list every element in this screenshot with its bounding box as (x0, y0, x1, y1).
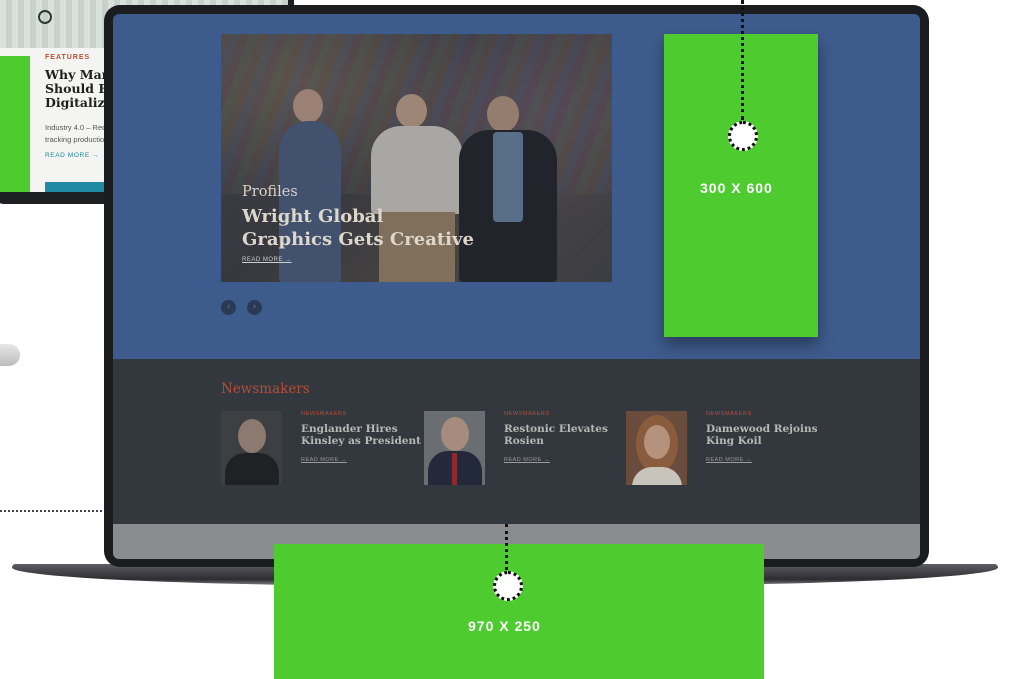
news-kicker: NEWSMAKERS (706, 411, 752, 417)
slide-read-more-link[interactable]: READ MORE → (242, 257, 292, 263)
chevron-right-icon[interactable]: › (247, 300, 262, 315)
news-kicker: NEWSMAKERS (301, 411, 347, 417)
phone-article-kicker: FEATURES (45, 54, 91, 61)
news-item[interactable]: NEWSMAKERS Restonic Elevates Rosien READ… (424, 411, 624, 487)
news-read-more-link[interactable]: READ MORE → (706, 457, 752, 463)
news-kicker: NEWSMAKERS (504, 411, 550, 417)
leaderboard-ad-size-label: 970 X 250 (468, 618, 541, 634)
circuit-icon (38, 10, 52, 24)
sidebar-ad-pin-icon (728, 121, 758, 151)
leaderboard-ad-pin-icon (493, 571, 523, 601)
leaderboard-ad-placeholder (274, 544, 764, 679)
phone-ad-placeholder (0, 56, 30, 192)
featured-slide[interactable]: Profiles Wright Global Graphics Gets Cre… (221, 34, 612, 282)
laptop-frame: Profiles Wright Global Graphics Gets Cre… (104, 5, 929, 567)
news-item[interactable]: NEWSMAKERS Damewood Rejoins King Koil RE… (626, 411, 826, 487)
mouse-device (0, 344, 20, 366)
leaderboard-ad-guide-line (505, 524, 508, 576)
news-read-more-link[interactable]: READ MORE → (504, 457, 550, 463)
sidebar-ad-guide-line (741, 0, 744, 120)
news-title[interactable]: Englander Hires Kinsley as President (301, 423, 421, 447)
news-photo (424, 411, 485, 485)
chevron-left-icon[interactable]: ‹ (221, 300, 236, 315)
news-read-more-link[interactable]: READ MORE → (301, 457, 347, 463)
newsmakers-section: Newsmakers NEWSMAKERS Englander Hires Ki… (113, 359, 920, 524)
news-item[interactable]: NEWSMAKERS Englander Hires Kinsley as Pr… (221, 411, 421, 487)
newsmakers-heading: Newsmakers (221, 381, 310, 397)
laptop-screen: Profiles Wright Global Graphics Gets Cre… (113, 14, 920, 559)
sidebar-ad-size-label: 300 X 600 (700, 180, 773, 196)
slide-title[interactable]: Wright Global Graphics Gets Creative (242, 205, 482, 251)
news-photo (221, 411, 282, 485)
dotted-guide-line (0, 510, 106, 512)
news-photo (626, 411, 687, 485)
phone-read-more-link[interactable]: READ MORE → (45, 152, 99, 159)
hero-section: Profiles Wright Global Graphics Gets Cre… (113, 14, 920, 359)
news-title[interactable]: Restonic Elevates Rosien (504, 423, 624, 447)
slide-category[interactable]: Profiles (242, 184, 298, 200)
news-title[interactable]: Damewood Rejoins King Koil (706, 423, 826, 447)
